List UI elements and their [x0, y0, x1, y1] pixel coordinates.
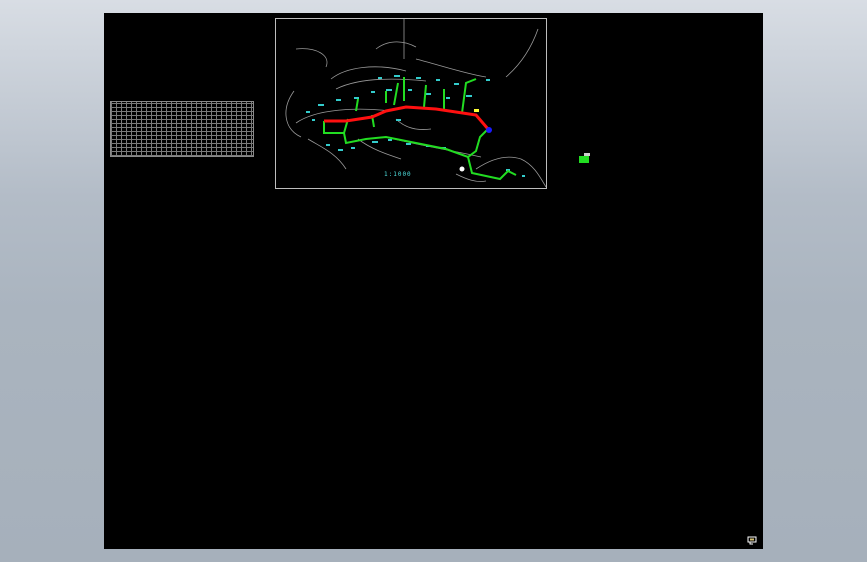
grid-table[interactable] — [110, 101, 254, 157]
highlight-marker — [474, 109, 479, 112]
map-frame[interactable]: 1:1000 — [275, 18, 547, 189]
node-marker — [459, 166, 465, 172]
ucs-icon[interactable] — [747, 536, 757, 545]
legend-swatch[interactable] — [578, 153, 592, 163]
map-drawing — [285, 19, 546, 188]
annotation-marks — [306, 75, 525, 177]
scale-label: 1:1000 — [384, 171, 412, 178]
drawing-canvas[interactable]: 1:1000 — [104, 13, 763, 549]
road-outlines — [285, 19, 546, 188]
end-marker — [486, 127, 492, 133]
